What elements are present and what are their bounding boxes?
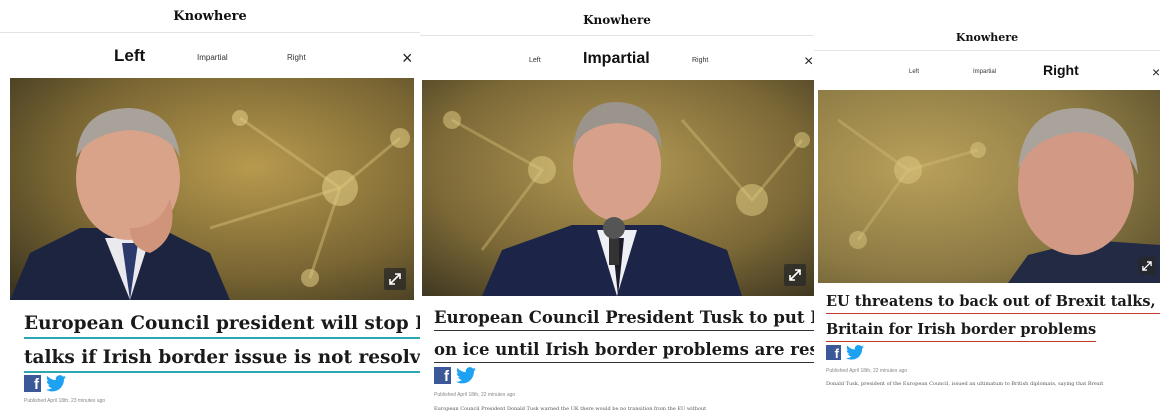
- headline-line-1: European Council President Tusk to put B…: [434, 302, 814, 334]
- share-bar: f: [24, 375, 66, 392]
- headline-line-1: European Council president will stop Bre…: [24, 307, 420, 341]
- close-icon[interactable]: ×: [804, 54, 813, 70]
- twitter-icon[interactable]: [46, 375, 66, 392]
- facebook-icon[interactable]: f: [434, 367, 451, 384]
- article-panel-left: Knowhere Left Impartial Right × European…: [0, 0, 420, 416]
- photo-image: [10, 78, 414, 300]
- bias-tabs: Left Impartial Right: [814, 62, 1160, 88]
- close-icon[interactable]: ×: [1152, 65, 1160, 79]
- headline-line-2: on ice until Irish border problems are r…: [434, 334, 814, 366]
- share-bar: f: [826, 345, 864, 360]
- article-headline[interactable]: EU threatens to back out of Brexit talks…: [826, 288, 1160, 344]
- tab-left[interactable]: Left: [909, 69, 919, 75]
- article-body: European Council President Donald Tusk w…: [434, 406, 707, 412]
- expand-icon[interactable]: [384, 268, 406, 290]
- article-body: Donald Tusk, president of the European C…: [826, 381, 1104, 387]
- article-photo[interactable]: [818, 90, 1160, 283]
- header-divider: [420, 35, 814, 36]
- tab-impartial[interactable]: Impartial: [197, 53, 228, 62]
- facebook-icon[interactable]: f: [826, 345, 841, 360]
- facebook-icon[interactable]: f: [24, 375, 41, 392]
- published-date: Published April 18th, 23 minutes ago: [24, 398, 106, 404]
- article-headline[interactable]: European Council president will stop Bre…: [24, 307, 420, 375]
- header-divider: [0, 32, 420, 33]
- brand-logo[interactable]: Knowhere: [0, 9, 420, 24]
- headline-line-2: talks if Irish border issue is not resol…: [24, 341, 420, 375]
- article-photo[interactable]: [10, 78, 414, 300]
- photo-image: [818, 90, 1160, 283]
- bias-tabs: Left Impartial Right: [0, 44, 420, 74]
- expand-icon[interactable]: [784, 264, 806, 286]
- expand-icon[interactable]: [1138, 257, 1156, 275]
- article-panel-impartial: Knowhere Left Impartial Right × European…: [420, 0, 814, 416]
- tab-left[interactable]: Left: [114, 46, 145, 66]
- article-headline[interactable]: European Council President Tusk to put B…: [434, 302, 814, 366]
- brand-logo[interactable]: Knowhere: [420, 13, 814, 27]
- headline-line-2: Britain for Irish border problems: [826, 316, 1160, 344]
- tab-left[interactable]: Left: [529, 57, 541, 64]
- tab-right[interactable]: Right: [692, 57, 708, 64]
- brand-logo[interactable]: Knowhere: [814, 31, 1160, 44]
- published-date: Published April 18th, 22 minutes ago: [826, 368, 908, 374]
- published-date: Published April 18th, 22 minutes ago: [434, 392, 516, 398]
- headline-line-1: EU threatens to back out of Brexit talks…: [826, 288, 1160, 316]
- article-panel-right: Knowhere Left Impartial Right × EU threa…: [814, 0, 1160, 416]
- bias-tabs: Left Impartial Right: [420, 48, 814, 78]
- twitter-icon[interactable]: [456, 367, 476, 384]
- tab-impartial[interactable]: Impartial: [583, 50, 650, 68]
- header-divider: [814, 50, 1160, 51]
- article-photo[interactable]: [422, 80, 814, 296]
- tab-impartial[interactable]: Impartial: [973, 69, 996, 75]
- close-icon[interactable]: ×: [402, 49, 413, 67]
- tab-right[interactable]: Right: [1043, 62, 1079, 78]
- tab-right[interactable]: Right: [287, 53, 306, 62]
- photo-image: [422, 80, 814, 296]
- twitter-icon[interactable]: [846, 345, 864, 360]
- share-bar: f: [434, 367, 476, 384]
